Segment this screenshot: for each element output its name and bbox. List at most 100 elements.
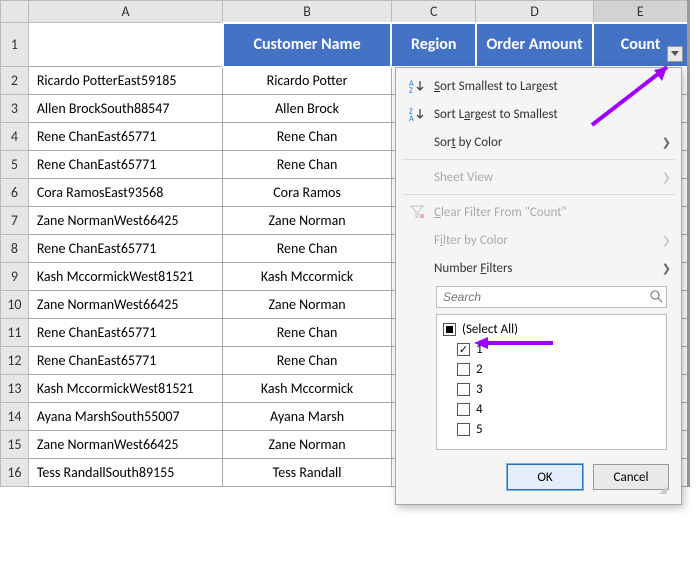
- cell[interactable]: Rene ChanEast65771: [28, 123, 222, 151]
- cell[interactable]: Kash MccormickWest81521: [28, 375, 222, 403]
- row-header-1[interactable]: 1: [1, 23, 29, 67]
- menu-label: Number Filters: [434, 261, 662, 276]
- clear-filter-icon: [406, 203, 430, 221]
- cell[interactable]: Kash Mccormick: [223, 375, 392, 403]
- cell[interactable]: Rene Chan: [223, 151, 392, 179]
- row-header[interactable]: 16: [1, 459, 29, 487]
- menu-label: Sort Largest to Smallest: [434, 107, 671, 122]
- checkbox-label: 3: [476, 382, 483, 397]
- cell[interactable]: Cora Ramos: [223, 179, 392, 207]
- row-header[interactable]: 15: [1, 431, 29, 459]
- sheet-view: Sheet View ❯: [396, 163, 681, 191]
- cell[interactable]: Allen BrockSouth88547: [28, 95, 222, 123]
- row-header[interactable]: 4: [1, 123, 29, 151]
- cell[interactable]: Rene ChanEast65771: [28, 347, 222, 375]
- cell[interactable]: Ayana MarshSouth55007: [28, 403, 222, 431]
- row-header[interactable]: 7: [1, 207, 29, 235]
- row-header[interactable]: 14: [1, 403, 29, 431]
- row-header[interactable]: 3: [1, 95, 29, 123]
- cell[interactable]: Tess RandallSouth89155: [28, 459, 222, 487]
- checkbox-label: 1: [476, 342, 483, 357]
- sort-by-color[interactable]: Sort by Color ❯: [396, 128, 681, 156]
- chevron-right-icon: ❯: [662, 136, 671, 149]
- row-header[interactable]: 11: [1, 319, 29, 347]
- select-all-corner[interactable]: [1, 1, 29, 23]
- row-header[interactable]: 8: [1, 235, 29, 263]
- sort-desc-icon: ZA: [406, 105, 430, 123]
- checkbox-label: 5: [476, 422, 483, 437]
- cell[interactable]: Rene Chan: [223, 319, 392, 347]
- number-filters[interactable]: Number Filters ❯: [396, 254, 681, 282]
- select-all-checkbox[interactable]: (Select All): [443, 319, 660, 339]
- row-header[interactable]: 12: [1, 347, 29, 375]
- checkbox-label: (Select All): [462, 322, 518, 337]
- filter-checkbox-item[interactable]: 4: [457, 399, 660, 419]
- cell[interactable]: Ricardo Potter: [223, 67, 392, 95]
- row-header[interactable]: 10: [1, 291, 29, 319]
- row-header[interactable]: 13: [1, 375, 29, 403]
- cell[interactable]: Ricardo PotterEast59185: [28, 67, 222, 95]
- row-header[interactable]: 9: [1, 263, 29, 291]
- cell[interactable]: Tess Randall: [223, 459, 392, 487]
- menu-label: Filter by Color: [434, 233, 662, 248]
- col-header-b[interactable]: B: [223, 1, 392, 23]
- col-header-d[interactable]: D: [476, 1, 593, 23]
- cell[interactable]: Kash Mccormick: [223, 263, 392, 291]
- menu-label: Clear Filter From "Count": [434, 205, 671, 220]
- filter-value-list[interactable]: (Select All) 1 2 3 4 5: [436, 314, 667, 450]
- cell[interactable]: Kash MccormickWest81521: [28, 263, 222, 291]
- filter-checkbox-item[interactable]: 1: [457, 339, 660, 359]
- sort-ascending[interactable]: AZ Sort Smallest to Largest: [396, 72, 681, 100]
- filter-search-input[interactable]: [436, 286, 667, 308]
- chevron-right-icon: ❯: [662, 234, 671, 247]
- filter-by-color: Filter by Color ❯: [396, 226, 681, 254]
- checkbox-icon: [457, 343, 470, 356]
- filter-dropdown-button[interactable]: [667, 46, 683, 62]
- cell[interactable]: Zane NormanWest66425: [28, 291, 222, 319]
- header-region: Region: [391, 23, 476, 67]
- cell[interactable]: Zane NormanWest66425: [28, 431, 222, 459]
- cell[interactable]: Allen Brock: [223, 95, 392, 123]
- cell[interactable]: Ayana Marsh: [223, 403, 392, 431]
- menu-label: Sort by Color: [434, 135, 662, 150]
- cancel-button[interactable]: Cancel: [593, 464, 669, 490]
- ok-button[interactable]: OK: [507, 464, 583, 490]
- checkbox-label: 2: [476, 362, 483, 377]
- filter-checkbox-item[interactable]: 5: [457, 419, 660, 439]
- chevron-right-icon: ❯: [662, 171, 671, 184]
- header-order-amount: Order Amount: [476, 23, 593, 67]
- row-header[interactable]: 2: [1, 67, 29, 95]
- cell[interactable]: Rene ChanEast65771: [28, 235, 222, 263]
- search-icon: [649, 289, 663, 303]
- cell[interactable]: Rene ChanEast65771: [28, 151, 222, 179]
- resize-grip-icon[interactable]: [659, 486, 667, 494]
- col-header-a[interactable]: A: [28, 1, 222, 23]
- cell[interactable]: Zane NormanWest66425: [28, 207, 222, 235]
- cell[interactable]: Zane Norman: [223, 291, 392, 319]
- header-count: Count: [593, 23, 688, 67]
- clear-filter: Clear Filter From "Count": [396, 198, 681, 226]
- cell[interactable]: Rene Chan: [223, 347, 392, 375]
- svg-text:A: A: [409, 114, 414, 122]
- cell[interactable]: Zane Norman: [223, 431, 392, 459]
- cell[interactable]: Rene Chan: [223, 123, 392, 151]
- chevron-right-icon: ❯: [662, 262, 671, 275]
- filter-popup: AZ Sort Smallest to Largest ZA Sort Larg…: [395, 67, 682, 505]
- cell[interactable]: Rene ChanEast65771: [28, 319, 222, 347]
- col-header-e[interactable]: E: [593, 1, 688, 23]
- cell[interactable]: Rene Chan: [223, 235, 392, 263]
- cell[interactable]: Cora RamosEast93568: [28, 179, 222, 207]
- checkbox-mixed-icon: [443, 323, 456, 336]
- cell[interactable]: Zane Norman: [223, 207, 392, 235]
- row-header[interactable]: 5: [1, 151, 29, 179]
- col-header-c[interactable]: C: [391, 1, 476, 23]
- filter-checkbox-item[interactable]: 2: [457, 359, 660, 379]
- sort-descending[interactable]: ZA Sort Largest to Smallest: [396, 100, 681, 128]
- checkbox-icon: [457, 363, 470, 376]
- checkbox-icon: [457, 423, 470, 436]
- filter-checkbox-item[interactable]: 3: [457, 379, 660, 399]
- svg-text:Z: Z: [409, 86, 413, 94]
- menu-label: Sort Smallest to Largest: [434, 79, 671, 94]
- row-header[interactable]: 6: [1, 179, 29, 207]
- menu-label: Sheet View: [434, 170, 662, 185]
